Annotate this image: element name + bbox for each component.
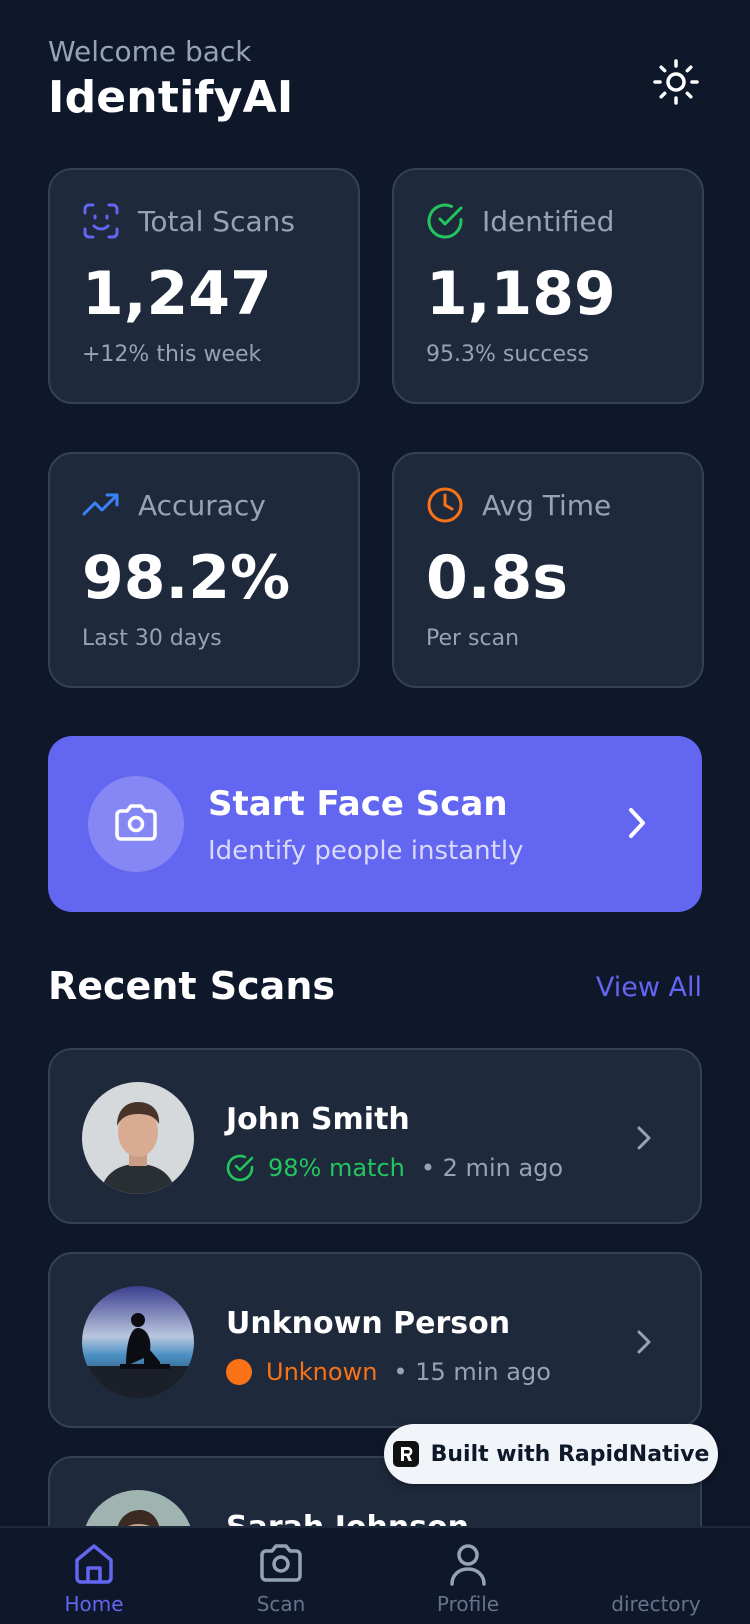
camera-icon xyxy=(260,1544,302,1582)
check-circle-icon xyxy=(226,1154,254,1182)
camera-icon-circle xyxy=(88,776,184,872)
bottom-tab-bar: Home Scan Profile directory xyxy=(0,1526,750,1624)
stat-label: Avg Time xyxy=(482,488,612,522)
header: Welcome back IdentifyAI xyxy=(48,34,702,134)
stat-subtext: +12% this week xyxy=(82,342,262,367)
rapidnative-logo-icon xyxy=(392,1441,419,1467)
face-scan-icon xyxy=(83,203,119,239)
stat-subtext: Last 30 days xyxy=(82,626,222,651)
tab-label: Scan xyxy=(256,1592,306,1616)
stat-label: Total Scans xyxy=(138,204,295,238)
tab-scan[interactable]: Scan xyxy=(201,1542,361,1616)
cta-subtitle: Identify people instantly xyxy=(208,836,524,866)
unknown-status-dot-icon xyxy=(226,1359,252,1385)
check-circle-icon xyxy=(427,203,463,239)
stat-label: Identified xyxy=(482,204,615,238)
stat-subtext: 95.3% success xyxy=(426,342,589,367)
sun-icon xyxy=(653,59,699,105)
stat-label: Accuracy xyxy=(138,488,266,522)
tab-label: Profile xyxy=(436,1592,500,1616)
start-face-scan-button[interactable]: Start Face Scan Identify people instantl… xyxy=(48,736,702,912)
tab-label: Home xyxy=(64,1592,124,1616)
user-icon xyxy=(450,1544,486,1586)
view-all-link[interactable]: View All xyxy=(596,972,702,1003)
stat-value: 98.2% xyxy=(82,543,291,613)
scan-time: • 15 min ago xyxy=(393,1358,551,1386)
stat-value: 1,247 xyxy=(82,259,272,329)
chevron-right-icon xyxy=(637,1126,651,1150)
stat-card-avg-time: Avg Time 0.8s Per scan xyxy=(392,452,704,688)
match-status: 98% match xyxy=(268,1154,405,1182)
recent-scans-title: Recent Scans xyxy=(48,964,335,1008)
stat-subtext: Per scan xyxy=(426,626,520,651)
welcome-text: Welcome back xyxy=(48,35,252,68)
tab-home[interactable]: Home xyxy=(14,1542,174,1616)
stat-value: 0.8s xyxy=(426,543,569,613)
trending-up-icon xyxy=(82,493,119,516)
camera-icon xyxy=(115,804,157,841)
recent-scan-item[interactable]: Unknown Person Unknown • 15 min ago xyxy=(48,1252,702,1428)
directory-icon xyxy=(634,1542,678,1586)
person-name: John Smith xyxy=(226,1102,410,1137)
stat-card-accuracy: Accuracy 98.2% Last 30 days xyxy=(48,452,360,688)
home-icon xyxy=(75,1544,113,1584)
stat-card-identified: Identified 1,189 95.3% success xyxy=(392,168,704,404)
scan-meta: 98% match • 2 min ago xyxy=(226,1154,563,1182)
theme-toggle-button[interactable] xyxy=(650,56,702,108)
clock-icon xyxy=(427,487,463,523)
built-with-rapidnative-badge[interactable]: Built with RapidNative xyxy=(384,1424,718,1484)
stat-value: 1,189 xyxy=(426,259,616,329)
home-screen: Welcome back IdentifyAI Total Scans 1,24… xyxy=(0,0,750,1624)
chevron-right-icon xyxy=(637,1330,651,1354)
scan-meta: Unknown • 15 min ago xyxy=(226,1358,551,1386)
person-name: Unknown Person xyxy=(226,1306,511,1341)
recent-scan-item[interactable]: John Smith 98% match • 2 min ago xyxy=(48,1048,702,1224)
cta-title: Start Face Scan xyxy=(208,784,508,824)
scan-time: • 2 min ago xyxy=(420,1154,564,1182)
app-title: IdentifyAI xyxy=(48,72,294,123)
match-status: Unknown xyxy=(266,1358,378,1386)
tab-profile[interactable]: Profile xyxy=(388,1542,548,1616)
tab-label: directory xyxy=(611,1592,701,1616)
avatar xyxy=(82,1286,194,1398)
stat-card-total-scans: Total Scans 1,247 +12% this week xyxy=(48,168,360,404)
tab-directory[interactable]: directory xyxy=(576,1542,736,1616)
chevron-right-icon xyxy=(629,808,645,838)
badge-text: Built with RapidNative xyxy=(430,1441,710,1467)
avatar xyxy=(82,1082,194,1194)
